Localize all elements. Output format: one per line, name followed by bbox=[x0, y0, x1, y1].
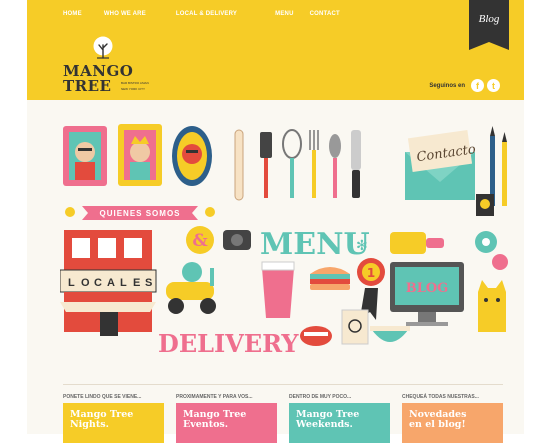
blog-tab[interactable]: Blog bbox=[469, 0, 509, 50]
rosette-number: 1 bbox=[367, 266, 375, 280]
social-follow: Seguinos en f t bbox=[429, 79, 500, 92]
promo-card[interactable]: Mango Tree Eventos. bbox=[176, 403, 277, 443]
bowl-icon bbox=[370, 326, 410, 342]
illustrated-nav-scene: Contacto QUIENES SOMOS L O C A L E S & M… bbox=[60, 124, 508, 358]
promo-title-line-2: Weekends. bbox=[296, 419, 353, 430]
promo-kicker: DENTRO DE MUY POCO... bbox=[289, 394, 352, 400]
locales-letter: C bbox=[94, 277, 102, 289]
promo-kicker: CHEQUEÁ TODAS NUESTRAS... bbox=[402, 394, 479, 400]
follow-label: Seguinos en bbox=[429, 82, 465, 89]
quienes-somos-banner[interactable]: QUIENES SOMOS bbox=[65, 206, 215, 220]
computer-blog[interactable]: BLOG bbox=[390, 262, 464, 326]
pens-group bbox=[476, 126, 507, 216]
ok-hand-icon bbox=[341, 309, 369, 345]
facebook-icon[interactable]: f bbox=[471, 79, 484, 92]
menu-text: MENU bbox=[260, 227, 370, 262]
mouth-icon bbox=[300, 326, 332, 346]
page-frame: HOME WHO WE ARE LOCAL & DELIVERY MENU CO… bbox=[27, 0, 524, 443]
site-logo[interactable]: MANGO TREE BAR BISTRO ASIAN NEW YORK CIT… bbox=[63, 36, 153, 96]
sandwich-icon bbox=[310, 267, 350, 290]
site-header: HOME WHO WE ARE LOCAL & DELIVERY MENU CO… bbox=[27, 0, 524, 100]
nav-home[interactable]: HOME bbox=[63, 11, 82, 17]
portrait-oval-frame[interactable] bbox=[172, 126, 212, 186]
locales-letter: O bbox=[81, 277, 90, 289]
locales-letter: S bbox=[145, 277, 152, 289]
blog-screen-text: BLOG bbox=[406, 281, 449, 296]
locales-letter: L bbox=[68, 277, 75, 289]
delivery-sign[interactable]: DELIVERY bbox=[158, 329, 299, 358]
logo-tagline-1: BAR BISTRO ASIAN bbox=[121, 81, 149, 85]
locales-letters: L O C A L E S bbox=[68, 277, 152, 289]
promo-strip: PONETE LINDO QUE SE VIENE... Mango Tree … bbox=[63, 384, 503, 443]
portrait-pink-frame[interactable] bbox=[63, 126, 107, 186]
promo-kicker: PROXIMAMENTE Y PARA VOS... bbox=[176, 394, 253, 400]
promo-title-line-2: Nights. bbox=[70, 419, 109, 430]
main-nav: HOME WHO WE ARE LOCAL & DELIVERY MENU CO… bbox=[63, 11, 340, 17]
logo-line-2: TREE bbox=[63, 77, 112, 95]
scooter-icon[interactable] bbox=[166, 262, 216, 314]
portrait-yellow-frame[interactable] bbox=[118, 124, 162, 186]
blog-tab-label: Blog bbox=[478, 13, 500, 25]
drink-icon bbox=[261, 261, 295, 318]
menu-sign[interactable]: MENU ✻ bbox=[260, 227, 370, 262]
locales-letter: A bbox=[107, 277, 115, 289]
nav-contact[interactable]: CONTACT bbox=[310, 11, 340, 17]
quienes-somos-label: QUIENES SOMOS bbox=[99, 209, 180, 218]
promo-kicker: PONETE LINDO QUE SE VIENE... bbox=[63, 394, 142, 400]
cat-icon bbox=[478, 254, 508, 332]
ampersand-badge: & bbox=[186, 226, 214, 254]
nav-who-we-are[interactable]: WHO WE ARE bbox=[104, 11, 146, 17]
promo-card[interactable]: Mango Tree Nights. bbox=[63, 403, 164, 443]
promo-weekends[interactable]: DENTRO DE MUY POCO... Mango Tree Weekend… bbox=[289, 394, 390, 443]
locales-letter: L bbox=[120, 277, 127, 289]
tree-icon bbox=[93, 36, 113, 59]
promo-title-line-2: en el blog! bbox=[409, 419, 466, 430]
locales-building[interactable]: L O C A L E S bbox=[60, 230, 157, 336]
twitter-icon[interactable]: t bbox=[487, 79, 500, 92]
promo-card[interactable]: Novedades en el blog! bbox=[402, 403, 503, 443]
ampersand-text: & bbox=[192, 231, 208, 251]
logo-tagline-2: NEW YORK CITY bbox=[121, 87, 145, 91]
nav-local-delivery[interactable]: LOCAL & DELIVERY bbox=[176, 11, 237, 17]
utensils-group[interactable] bbox=[234, 129, 361, 201]
promo-card[interactable]: Mango Tree Weekends. bbox=[289, 403, 390, 443]
promo-blog[interactable]: CHEQUEÁ TODAS NUESTRAS... Novedades en e… bbox=[402, 394, 503, 443]
contact-envelope[interactable]: Contacto bbox=[405, 129, 477, 200]
snowflake-icon: ✻ bbox=[356, 238, 368, 254]
locales-letter: E bbox=[133, 277, 140, 289]
promo-nights[interactable]: PONETE LINDO QUE SE VIENE... Mango Tree … bbox=[63, 394, 164, 443]
nav-menu[interactable]: MENU bbox=[275, 11, 293, 17]
telephone-icon[interactable] bbox=[223, 230, 251, 250]
promo-eventos[interactable]: PROXIMAMENTE Y PARA VOS... Mango Tree Ev… bbox=[176, 394, 277, 443]
promo-title-line-2: Eventos. bbox=[183, 419, 229, 430]
delivery-text: DELIVERY bbox=[158, 329, 299, 358]
promo-divider bbox=[63, 384, 503, 385]
stamp-and-tape bbox=[390, 231, 497, 254]
